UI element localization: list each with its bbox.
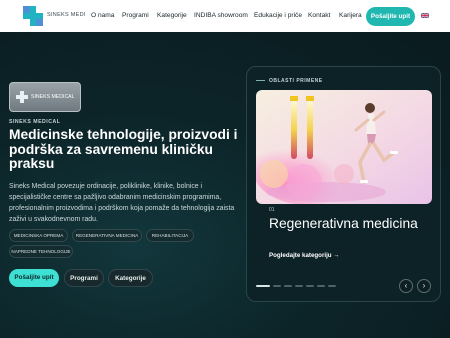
uk-flag-icon[interactable] (421, 13, 429, 18)
slide-number: 01 (269, 207, 275, 213)
header-send-inquiry-button[interactable]: Pošaljite upit (366, 7, 415, 26)
view-category-link[interactable]: Pogledajte kategoriju → (269, 252, 339, 259)
hero-description: Sineks Medical povezuje ordinacije, poli… (9, 183, 235, 223)
brand-name[interactable]: SINEKS MEDICAL (47, 12, 85, 18)
hero-categories-button[interactable]: Kategorije (108, 269, 153, 287)
sineks-cross-icon (16, 91, 28, 103)
tag-napredne-tehnologije[interactable]: NAPREDNE TEHNOLOGIJE (9, 245, 73, 258)
slide-indicator-6[interactable] (317, 285, 325, 287)
tag-regenerativna-medicina[interactable]: REGENERATIVNA MEDICINA (72, 229, 142, 242)
slide-indicator-1[interactable] (256, 285, 270, 287)
nav-karijera[interactable]: Karijera (339, 12, 362, 19)
tag-medicinska-oprema[interactable]: MEDICINSKA OPREMA (9, 229, 68, 242)
chevron-right-icon[interactable]: › (417, 279, 431, 293)
chevron-left-icon[interactable]: ‹ (399, 279, 413, 293)
tag-rehabilitacija[interactable]: REHABILITACIJA (146, 229, 194, 242)
slide-indicator-2[interactable] (273, 285, 281, 287)
nav-programi[interactable]: Programi (122, 12, 149, 19)
hero-send-inquiry-button[interactable]: Pošaljite upit (9, 269, 59, 287)
regenerative-medicine-image[interactable] (256, 90, 432, 204)
hero-programs-button[interactable]: Programi (64, 269, 104, 287)
hero-brand-logo: SINEKS MEDICAL (9, 82, 81, 112)
slide-indicator-7[interactable] (328, 285, 336, 287)
card-section-label: OBLASTI PRIMENE (269, 78, 323, 84)
nav-indiba-showroom[interactable]: INDIBA showroom (194, 12, 248, 19)
hero-title: Medicinske tehnologije, proizvodi i podr… (9, 127, 238, 171)
nav-kontakt[interactable]: Kontakt (308, 12, 330, 19)
sineks-logo-icon[interactable] (22, 5, 44, 27)
card-title: Regenerativna medicina (269, 216, 418, 231)
site-header: SINEKS MEDICAL O nama Programi Kategorij… (0, 0, 450, 32)
nav-kategorije[interactable]: Kategorije (157, 12, 187, 19)
hero-eyebrow: SINEKS MEDICAL (9, 119, 61, 125)
slide-indicator-5[interactable] (306, 285, 314, 287)
nav-o-nama[interactable]: O nama (91, 12, 114, 19)
nav-edukacije[interactable]: Edukacije i priče (254, 12, 302, 19)
hero-logo-text: SINEKS MEDICAL (31, 94, 75, 100)
slide-indicator-4[interactable] (295, 285, 303, 287)
slide-indicator-3[interactable] (284, 285, 292, 287)
card-label-line (256, 80, 265, 81)
